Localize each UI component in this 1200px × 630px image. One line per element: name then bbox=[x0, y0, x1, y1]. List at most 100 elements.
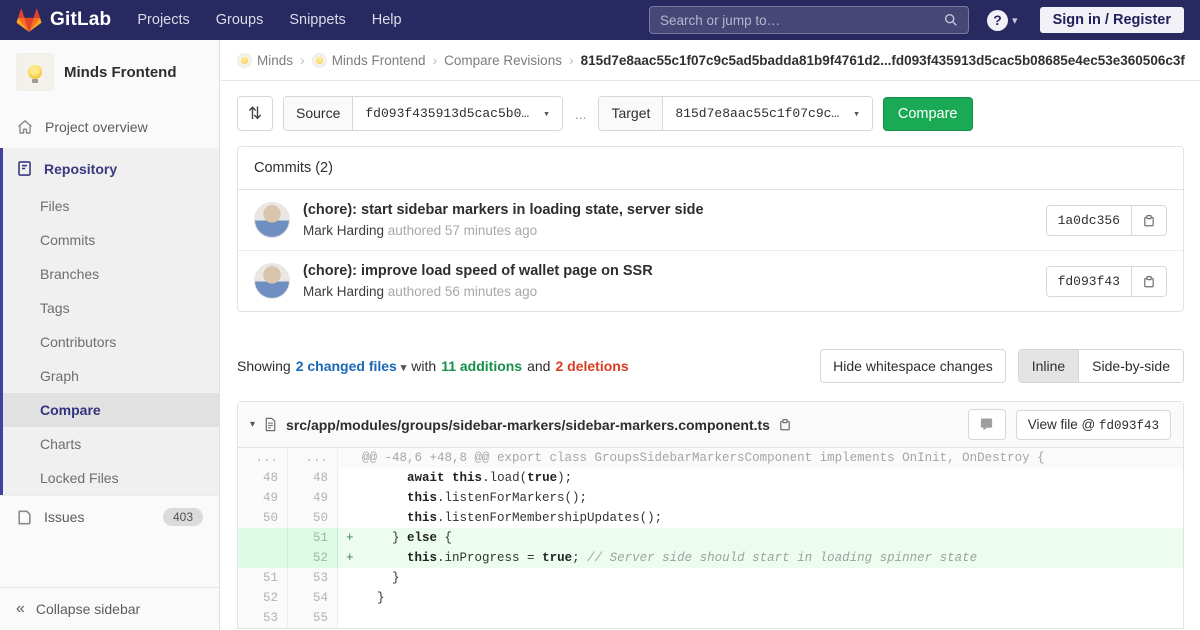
compare-button[interactable]: Compare bbox=[883, 97, 973, 131]
swap-revisions-button[interactable]: ⇅ bbox=[237, 96, 273, 131]
diff-line: 51+ } else { bbox=[238, 528, 1183, 548]
diff-line: 4848 await this.load(true); bbox=[238, 468, 1183, 488]
chevron-down-icon: ▾ bbox=[853, 107, 860, 121]
new-line-number[interactable]: 55 bbox=[288, 608, 338, 628]
navbar-link-snippets[interactable]: Snippets bbox=[289, 12, 345, 28]
sidebar-item-project-overview[interactable]: Project overview bbox=[0, 106, 219, 148]
sidebar-item-compare[interactable]: Compare bbox=[3, 393, 219, 427]
copy-sha-button[interactable] bbox=[1131, 267, 1166, 296]
diff-line-content: } bbox=[338, 568, 1183, 588]
copy-sha-button[interactable] bbox=[1131, 206, 1166, 235]
sidebar-item-files[interactable]: Files bbox=[3, 189, 219, 223]
commit-authored-time: authored 57 minutes ago bbox=[388, 223, 537, 238]
diff-line-content: } bbox=[338, 588, 1183, 608]
old-line-number[interactable] bbox=[238, 548, 288, 568]
diff-line: 4949 this.listenForMarkers(); bbox=[238, 488, 1183, 508]
diff-line: 5050 this.listenForMembershipUpdates(); bbox=[238, 508, 1183, 528]
breadcrumb-item[interactable]: Minds bbox=[237, 53, 293, 68]
sidebar-item-issues[interactable]: Issues 403 bbox=[0, 495, 219, 538]
added-line-sign: + bbox=[346, 528, 354, 548]
search-input[interactable] bbox=[660, 13, 944, 28]
breadcrumb-item[interactable]: Minds Frontend bbox=[312, 53, 426, 68]
diff-line-content: this.listenForMarkers(); bbox=[338, 488, 1183, 508]
new-line-number[interactable]: ... bbox=[288, 448, 338, 468]
help-menu[interactable]: ? ▾ bbox=[987, 10, 1018, 31]
sidebar-item-commits[interactable]: Commits bbox=[3, 223, 219, 257]
old-line-number[interactable]: 51 bbox=[238, 568, 288, 588]
commit-main: (chore): start sidebar markers in loadin… bbox=[303, 202, 1033, 238]
collapse-sidebar-button[interactable]: « Collapse sidebar bbox=[0, 587, 219, 630]
target-ref-group: Target 815d7e8aac55c1f07c9c… ▾ bbox=[598, 96, 872, 131]
collapse-diff-icon[interactable]: ▾ bbox=[250, 419, 255, 430]
source-ref-value: fd093f435913d5cac5b0… bbox=[365, 106, 529, 121]
repository-subnav: FilesCommitsBranchesTagsContributorsGrap… bbox=[3, 189, 219, 495]
collapse-label: Collapse sidebar bbox=[36, 601, 140, 617]
diff-file-panel: ▾ src/app/modules/groups/sidebar-markers… bbox=[237, 401, 1184, 629]
old-line-number[interactable]: 52 bbox=[238, 588, 288, 608]
source-ref-dropdown[interactable]: fd093f435913d5cac5b0… ▾ bbox=[353, 97, 561, 130]
view-file-button[interactable]: View file @ fd093f43 bbox=[1016, 410, 1171, 440]
source-ref-group: Source fd093f435913d5cac5b0… ▾ bbox=[283, 96, 563, 131]
new-line-number[interactable]: 49 bbox=[288, 488, 338, 508]
diff-file-path[interactable]: src/app/modules/groups/sidebar-markers/s… bbox=[286, 417, 770, 433]
commit-author-link[interactable]: Mark Harding bbox=[303, 284, 384, 299]
side-by-side-view-button[interactable]: Side-by-side bbox=[1078, 350, 1183, 382]
sidebar-item-graph[interactable]: Graph bbox=[3, 359, 219, 393]
new-line-number[interactable]: 51 bbox=[288, 528, 338, 548]
diff-file-header: ▾ src/app/modules/groups/sidebar-markers… bbox=[238, 402, 1183, 448]
breadcrumb-item[interactable]: Compare Revisions bbox=[444, 53, 562, 68]
commit-sha-link[interactable]: 1a0dc356 bbox=[1047, 206, 1131, 235]
sidebar-item-contributors[interactable]: Contributors bbox=[3, 325, 219, 359]
help-icon: ? bbox=[987, 10, 1008, 31]
new-line-number[interactable]: 50 bbox=[288, 508, 338, 528]
project-title: Minds Frontend bbox=[64, 64, 177, 81]
sign-in-register-button[interactable]: Sign in / Register bbox=[1040, 7, 1184, 33]
commit-sha-group: fd093f43 bbox=[1046, 266, 1167, 297]
gitlab-logo[interactable]: GitLab bbox=[16, 8, 111, 33]
sidebar-project-header[interactable]: Minds Frontend bbox=[0, 40, 219, 106]
copy-path-icon[interactable] bbox=[778, 417, 792, 432]
sidebar-item-charts[interactable]: Charts bbox=[3, 427, 219, 461]
old-line-number[interactable]: 50 bbox=[238, 508, 288, 528]
diff-line: 5254 } bbox=[238, 588, 1183, 608]
commit-author-link[interactable]: Mark Harding bbox=[303, 223, 384, 238]
target-ref-dropdown[interactable]: 815d7e8aac55c1f07c9c… ▾ bbox=[663, 97, 871, 130]
sidebar-item-locked-files[interactable]: Locked Files bbox=[3, 461, 219, 495]
old-line-number[interactable]: 49 bbox=[238, 488, 288, 508]
old-line-number[interactable]: 53 bbox=[238, 608, 288, 628]
old-line-number[interactable] bbox=[238, 528, 288, 548]
navbar-link-help[interactable]: Help bbox=[372, 12, 402, 28]
old-line-number[interactable]: 48 bbox=[238, 468, 288, 488]
diff-line-content: await this.load(true); bbox=[338, 468, 1183, 488]
hide-whitespace-button[interactable]: Hide whitespace changes bbox=[820, 349, 1006, 383]
file-icon bbox=[263, 417, 278, 432]
author-avatar bbox=[254, 202, 290, 238]
commit-list: (chore): start sidebar markers in loadin… bbox=[238, 190, 1183, 311]
new-line-number[interactable]: 48 bbox=[288, 468, 338, 488]
new-line-number[interactable]: 53 bbox=[288, 568, 338, 588]
new-line-number[interactable]: 52 bbox=[288, 548, 338, 568]
sidebar-item-tags[interactable]: Tags bbox=[3, 291, 219, 325]
commit-sha-link[interactable]: fd093f43 bbox=[1047, 267, 1131, 296]
sidebar-item-branches[interactable]: Branches bbox=[3, 257, 219, 291]
navbar-link-projects[interactable]: Projects bbox=[137, 12, 189, 28]
commit-title[interactable]: (chore): improve load speed of wallet pa… bbox=[303, 263, 1033, 279]
sidebar-item-repository[interactable]: Repository bbox=[3, 148, 219, 189]
swap-icon: ⇅ bbox=[248, 104, 262, 124]
commit-meta: Mark Harding authored 56 minutes ago bbox=[303, 284, 1033, 299]
diff-table: ......@@ -48,6 +48,8 @@ export class Gro… bbox=[238, 448, 1183, 628]
changed-files-dropdown[interactable]: 2 changed files ▾ bbox=[296, 358, 407, 374]
target-ref-value: 815d7e8aac55c1f07c9c… bbox=[675, 106, 839, 121]
diff-line-content: @@ -48,6 +48,8 @@ export class GroupsSid… bbox=[338, 448, 1183, 468]
navbar-link-groups[interactable]: Groups bbox=[216, 12, 264, 28]
document-icon bbox=[16, 160, 33, 177]
inline-view-button[interactable]: Inline bbox=[1019, 350, 1078, 382]
diff-line-content: + this.inProgress = true; // Server side… bbox=[338, 548, 1183, 568]
commits-panel: Commits (2) (chore): start sidebar marke… bbox=[237, 146, 1184, 312]
global-search[interactable] bbox=[649, 6, 969, 34]
commit-title[interactable]: (chore): start sidebar markers in loadin… bbox=[303, 202, 1033, 218]
new-line-number[interactable]: 54 bbox=[288, 588, 338, 608]
toggle-comments-button[interactable] bbox=[968, 409, 1006, 440]
breadcrumb-separator-icon: › bbox=[300, 52, 305, 68]
old-line-number[interactable]: ... bbox=[238, 448, 288, 468]
